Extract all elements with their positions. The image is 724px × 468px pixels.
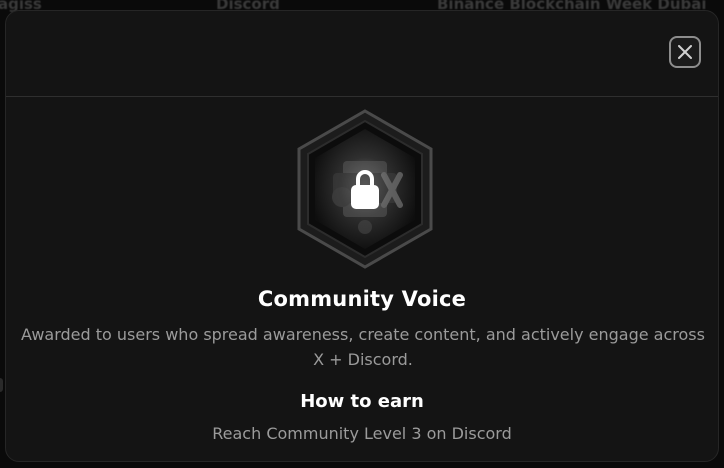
badge-details-modal: Community Voice Awarded to users who spr… — [5, 10, 719, 462]
modal-header — [6, 11, 718, 97]
close-button[interactable] — [669, 36, 701, 68]
community-voice-badge — [297, 109, 433, 269]
background-edge-element — [0, 378, 3, 392]
badge-description: Awarded to users who spread awareness, c… — [21, 325, 705, 369]
how-to-earn-heading: How to earn — [300, 391, 424, 412]
badge-title: Community Voice — [257, 287, 467, 311]
close-icon — [678, 45, 692, 59]
how-to-earn-requirement: Reach Community Level 3 on Discord — [212, 424, 512, 443]
